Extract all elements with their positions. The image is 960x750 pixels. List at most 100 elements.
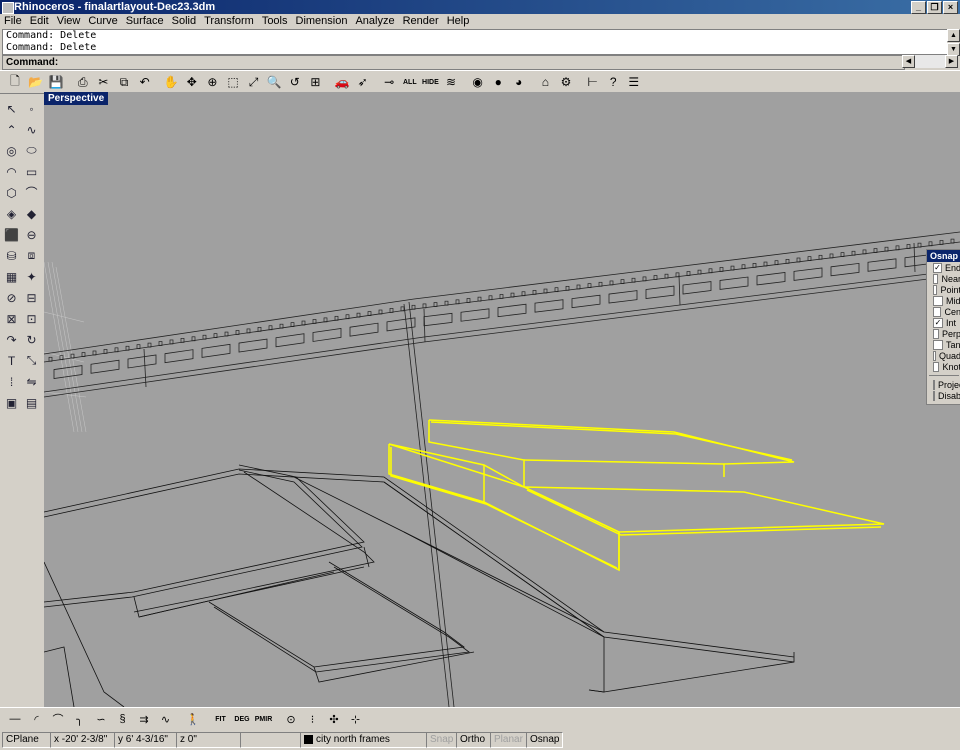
rotate-icon[interactable]: ↻ [22,330,41,349]
checkbox[interactable] [933,284,938,295]
close-button[interactable]: × [943,1,958,14]
point-icon[interactable]: ◦ [22,99,41,118]
cut-icon[interactable]: ✂ [94,73,112,91]
snap-toggle[interactable]: Snap [426,732,457,748]
osnap-option[interactable]: Project [933,379,960,390]
scroll-left-icon[interactable]: ◀ [902,55,915,68]
ortho-toggle[interactable]: Ortho [456,732,491,748]
osnap-option[interactable]: Perp [933,328,960,339]
grid-icon[interactable]: ▤ [22,393,41,412]
arc-tool-icon[interactable]: ◜ [28,710,46,728]
pan-icon[interactable]: ✋ [162,73,180,91]
join-icon[interactable]: ⊠ [2,309,21,328]
curve-tool-icon[interactable]: ⌒ [49,710,67,728]
control-points-icon[interactable]: ⊹ [347,710,365,728]
show-all-icon[interactable]: ALL [401,73,419,91]
box-icon[interactable]: ⬛ [2,225,21,244]
gear-icon[interactable]: ⚙ [557,73,575,91]
checkbox[interactable] [933,295,943,306]
polyline-icon[interactable]: ⌃ [2,120,21,139]
menu-file[interactable]: File [0,14,26,29]
group-icon[interactable]: ⊡ [22,309,41,328]
menu-solid[interactable]: Solid [168,14,200,29]
layout-icon[interactable]: ▣ [2,393,21,412]
rectangle-icon[interactable]: ▭ [22,162,41,181]
menu-render[interactable]: Render [399,14,443,29]
checkbox[interactable] [933,350,936,361]
select-arrow-icon[interactable]: ↖ [2,99,21,118]
text-icon[interactable]: T [2,351,21,370]
split-icon[interactable]: ⊘ [2,288,21,307]
menu-edit[interactable]: Edit [26,14,53,29]
pmirror-icon[interactable]: PMIR [255,710,273,728]
checkbox[interactable] [933,273,939,284]
menu-surface[interactable]: Surface [122,14,168,29]
surface-icon[interactable]: ◈ [2,204,21,223]
zoom-icon[interactable]: ⊕ [203,73,221,91]
trim-icon[interactable]: ⊟ [22,288,41,307]
layers-icon[interactable]: ≋ [442,73,460,91]
properties-icon[interactable]: ☰ [625,73,643,91]
surface-patch-icon[interactable]: ◆ [22,204,41,223]
menu-view[interactable]: View [53,14,85,29]
shade-icon[interactable]: ● [489,73,507,91]
checkbox[interactable]: ✓ [933,262,942,273]
person-icon[interactable]: 🚶 [184,710,202,728]
osnap-option[interactable]: Cen [933,306,960,317]
arc-icon[interactable]: ◠ [2,162,21,181]
mirror-icon[interactable]: ⇋ [22,372,41,391]
scroll-track[interactable] [915,55,945,68]
boolean-icon[interactable]: ⊖ [22,225,41,244]
osnap-option[interactable]: Disable [933,390,960,401]
explode-icon[interactable]: ✦ [22,267,41,286]
render-icon[interactable]: ◕ [510,73,528,91]
zoom-window-icon[interactable]: ⬚ [224,73,242,91]
osnap-option[interactable]: Tan [933,339,960,350]
osnap-option[interactable]: Near [933,273,960,284]
osnap-option[interactable]: Knot [933,361,960,372]
checkbox[interactable] [933,339,943,350]
help-icon[interactable]: ? [604,73,622,91]
checkbox[interactable]: ✓ [933,317,943,328]
four-views-icon[interactable]: ⊞ [306,73,324,91]
ellipse-icon[interactable]: ⬭ [22,141,41,160]
undo-view-icon[interactable]: ↺ [286,73,304,91]
snap-points-icon[interactable]: ✣ [325,710,343,728]
scroll-right-icon[interactable]: ▶ [945,55,958,68]
maximize-button[interactable]: ❐ [927,1,942,14]
menu-dimension[interactable]: Dimension [292,14,352,29]
menu-tools[interactable]: Tools [258,14,292,29]
checkbox[interactable] [933,379,935,390]
cplane-label[interactable]: CPlane [2,732,51,748]
circle-icon[interactable]: ◎ [2,141,21,160]
zoom-selected-icon[interactable]: 🔍 [265,73,283,91]
blend-icon[interactable]: ∿ [157,710,175,728]
command-history[interactable]: Command: Delete Command: Delete [2,29,948,55]
menu-analyze[interactable]: Analyze [351,14,398,29]
rhino-app-icon[interactable] [2,2,14,14]
polygon-icon[interactable]: ⬡ [2,183,21,202]
fit-icon[interactable]: FIT [212,710,230,728]
freeform-icon[interactable]: ∽ [92,710,110,728]
checkbox[interactable] [933,361,940,372]
osnap-option[interactable]: Point [933,284,960,295]
command-hscroll[interactable]: ◀ ▶ [902,55,958,68]
osnap-option[interactable]: ✓ End [933,262,960,273]
helix-icon[interactable]: § [114,710,132,728]
save-icon[interactable]: 💾 [47,73,65,91]
open-icon[interactable]: 📂 [27,73,45,91]
menu-transform[interactable]: Transform [200,14,258,29]
osnap-option[interactable]: Mid [933,295,960,306]
copy-icon[interactable]: ⧉ [115,73,133,91]
viewport-label[interactable]: Perspective [44,92,109,105]
osnap-option[interactable]: ✓ Int [933,317,960,328]
car-icon[interactable]: 🚗 [333,73,351,91]
osnap-option[interactable]: Quad [933,350,960,361]
osnap-title[interactable]: Osnap [927,250,960,262]
cylinder-icon[interactable]: ⛁ [2,246,21,265]
history-scrollbar[interactable]: ▲ ▼ [947,29,960,56]
menu-curve[interactable]: Curve [84,14,121,29]
osnap-toggle[interactable]: Osnap [526,732,563,748]
scale-icon[interactable]: ⤡ [22,351,41,370]
layer-field[interactable]: city north frames [300,732,427,748]
